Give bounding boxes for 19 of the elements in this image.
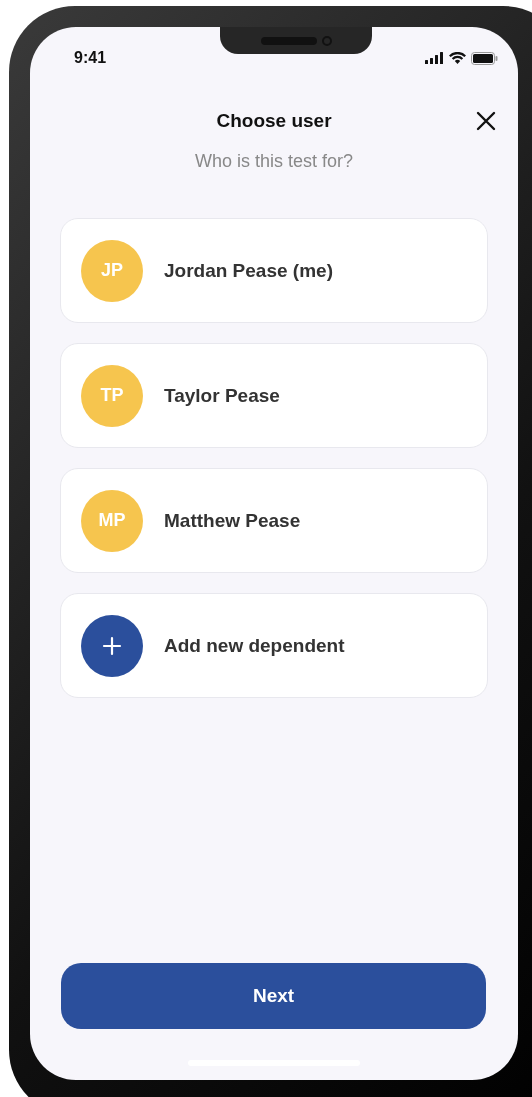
close-button[interactable] bbox=[474, 109, 498, 133]
screen-subtitle: Who is this test for? bbox=[193, 151, 355, 172]
status-time: 9:41 bbox=[74, 49, 107, 67]
user-option-card[interactable]: Add new dependent bbox=[60, 593, 488, 698]
screen-title: Choose user bbox=[216, 110, 332, 132]
user-option-card[interactable]: JP Jordan Pease (me) bbox=[60, 218, 488, 323]
initials-avatar: TP bbox=[81, 364, 143, 427]
user-name: Matthew Pease bbox=[164, 509, 301, 532]
user-name: Add new dependent bbox=[164, 634, 345, 657]
initials-avatar: JP bbox=[81, 239, 143, 302]
battery-icon bbox=[471, 51, 498, 65]
initials-avatar: MP bbox=[81, 489, 143, 552]
user-option-card[interactable]: MP Matthew Pease bbox=[60, 468, 488, 573]
user-name: Jordan Pease (me) bbox=[164, 259, 333, 282]
next-button[interactable]: Next bbox=[61, 963, 486, 1029]
user-option-card[interactable]: TP Taylor Pease bbox=[60, 343, 488, 448]
signal-icon bbox=[425, 52, 444, 64]
user-name: Taylor Pease bbox=[164, 384, 280, 407]
wifi-icon bbox=[449, 52, 466, 64]
